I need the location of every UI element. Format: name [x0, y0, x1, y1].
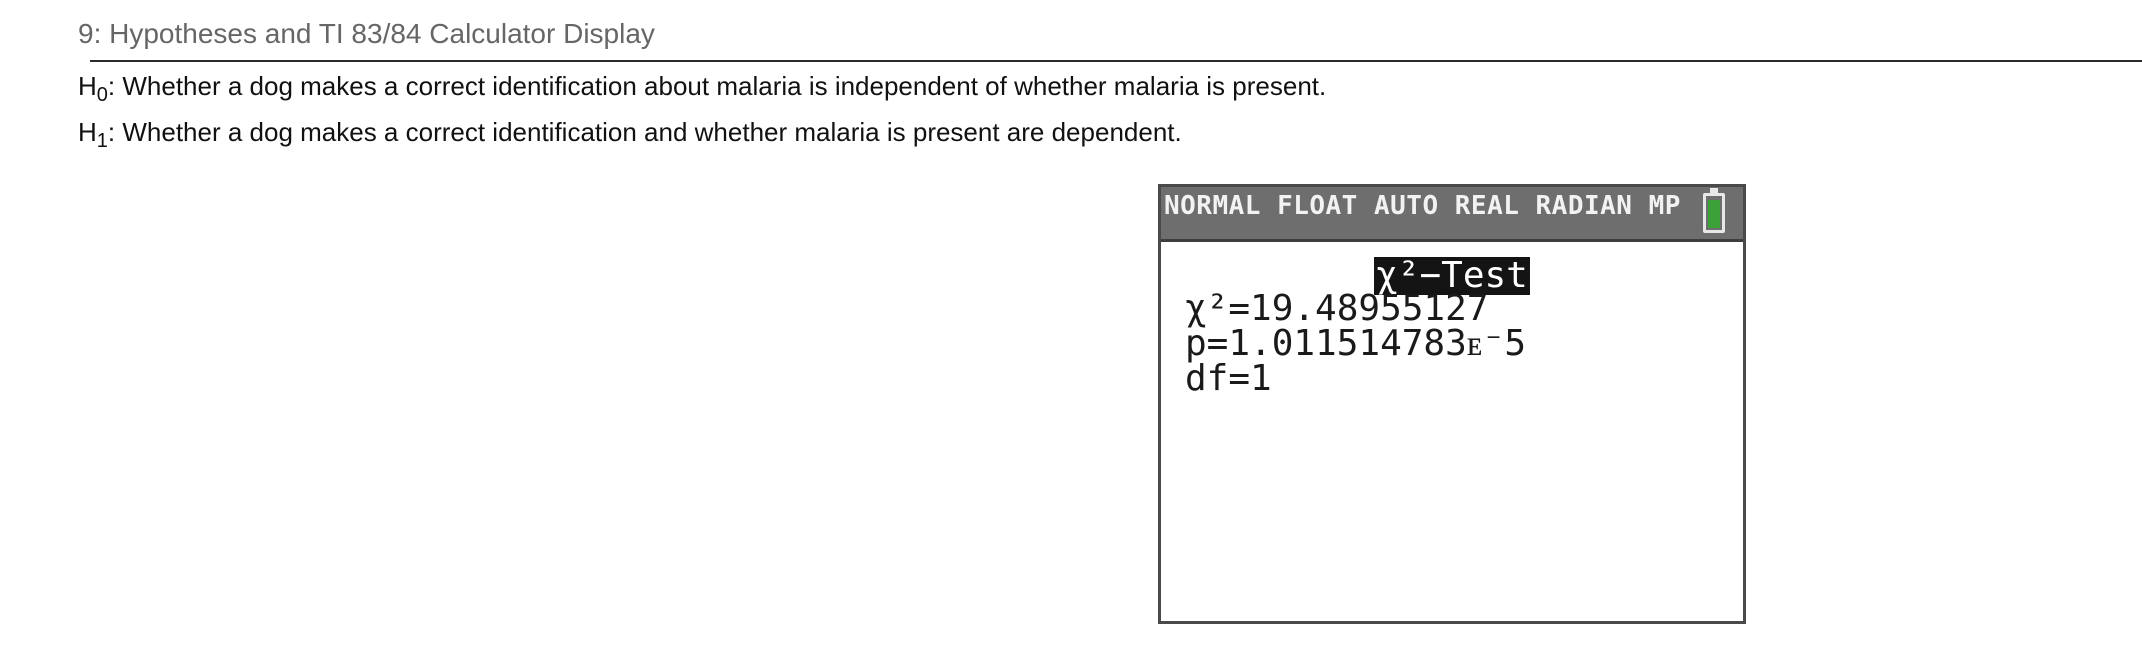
alternative-hypothesis-symbol: H1: [78, 117, 108, 152]
calculator-screen: NORMAL FLOAT AUTO REAL RADIAN MP χ²−Test…: [1158, 184, 1746, 624]
calculator-status-bar: NORMAL FLOAT AUTO REAL RADIAN MP: [1161, 187, 1743, 242]
null-hypothesis-symbol: H0: [78, 71, 108, 106]
null-hypothesis-subscript: 0: [96, 84, 108, 106]
title-divider: [90, 60, 2142, 62]
p-value: p=1.011514783ᴇ⁻5: [1185, 323, 1527, 364]
alternative-hypothesis-text: : Whether a dog makes a correct identifi…: [107, 117, 1182, 147]
chi-square-statistic: χ²=19.48955127: [1185, 288, 1489, 329]
null-hypothesis: H0: Whether a dog makes a correct identi…: [78, 71, 1327, 106]
alternative-hypothesis-subscript: 1: [96, 130, 108, 152]
battery-level-fill: [1708, 200, 1720, 228]
degrees-of-freedom: df=1: [1185, 358, 1272, 399]
battery-icon: [1703, 188, 1725, 233]
null-hypothesis-text: : Whether a dog makes a correct identifi…: [107, 71, 1327, 101]
alternative-hypothesis: H1: Whether a dog makes a correct identi…: [78, 117, 1182, 152]
section-title: 9: Hypotheses and TI 83/84 Calculator Di…: [78, 18, 655, 49]
calculator-mode-text: NORMAL FLOAT AUTO REAL RADIAN MP: [1164, 191, 1681, 221]
